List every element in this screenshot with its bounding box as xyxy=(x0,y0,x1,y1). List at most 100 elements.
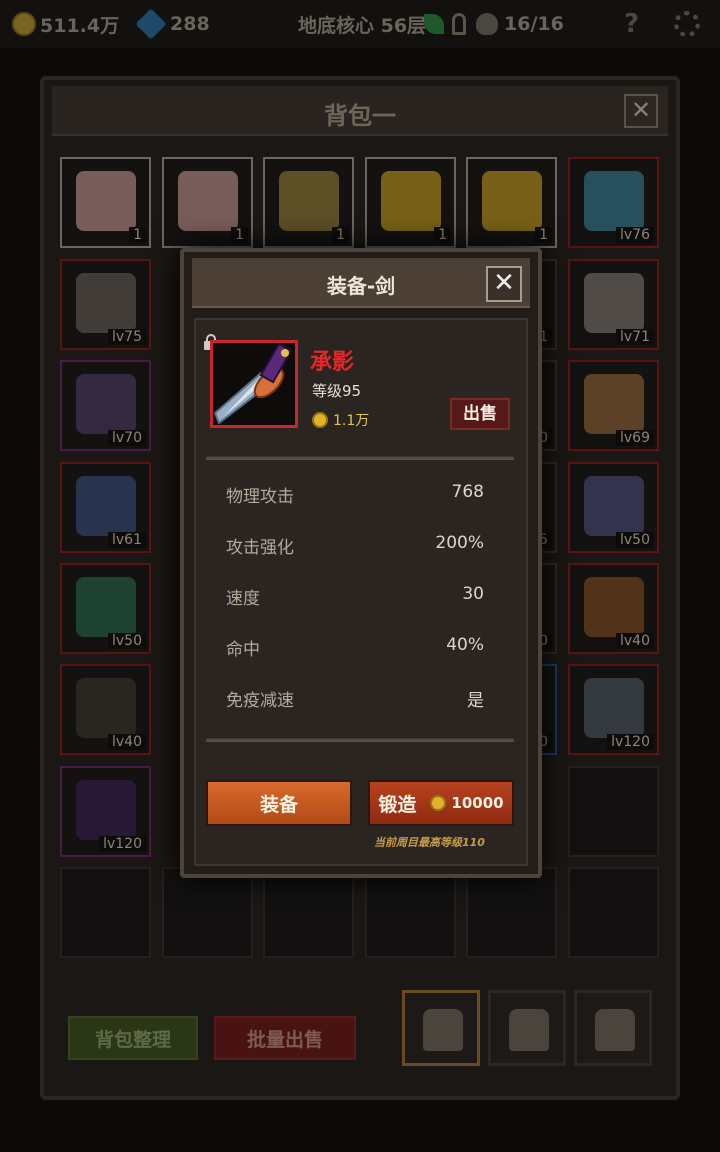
bag-tab-2[interactable] xyxy=(488,990,566,1066)
bag-slot[interactable]: lv120 xyxy=(60,766,151,857)
item-level: 等级95 xyxy=(312,382,362,400)
item-art-icon xyxy=(482,171,542,231)
bag-slot[interactable] xyxy=(162,867,253,958)
bag-slot[interactable]: lv71 xyxy=(568,259,659,350)
item-price: 1.1万 xyxy=(312,410,369,430)
item-art-icon xyxy=(76,273,136,333)
slot-badge: lv71 xyxy=(616,329,654,345)
slot-badge: lv120 xyxy=(99,836,146,852)
bag-slot[interactable] xyxy=(60,867,151,958)
item-art-icon xyxy=(381,171,441,231)
bag-slot[interactable]: 1 xyxy=(466,157,557,248)
stat-label: 攻击强化 xyxy=(226,538,294,558)
coin-icon xyxy=(312,412,328,428)
slot-badge: 1 xyxy=(231,227,248,243)
bag-slot[interactable] xyxy=(263,867,354,958)
slot-badge: 1 xyxy=(332,227,349,243)
bag-slot[interactable]: 1 xyxy=(162,157,253,248)
bag-slot[interactable]: lv61 xyxy=(60,462,151,553)
coin-icon xyxy=(430,795,447,811)
slot-badge: lv120 xyxy=(607,734,654,750)
help-icon: ? xyxy=(624,9,640,39)
skull-icon xyxy=(476,13,498,35)
bag-slot[interactable] xyxy=(568,766,659,857)
slot-badge: lv50 xyxy=(108,633,146,649)
stat-label: 物理攻击 xyxy=(226,487,294,507)
bag-slot[interactable]: lv69 xyxy=(568,360,659,451)
forge-button[interactable]: 锻造 10000 xyxy=(368,780,514,826)
backpack-icon xyxy=(509,1009,549,1051)
item-art-icon xyxy=(279,171,339,231)
bag-slot[interactable] xyxy=(568,867,659,958)
gear-icon xyxy=(674,11,700,37)
stat-value: 是 xyxy=(467,691,484,711)
gold-coin-icon xyxy=(12,12,36,36)
bag-slot[interactable]: lv76 xyxy=(568,157,659,248)
gold-amount: 511.4万 xyxy=(40,14,120,37)
stat-label: 免疫减速 xyxy=(226,691,294,711)
slot-badge: lv69 xyxy=(616,430,654,446)
item-art-icon xyxy=(76,678,136,738)
item-art-icon xyxy=(584,476,644,536)
item-name: 承影 xyxy=(310,350,355,375)
forge-cost: 10000 xyxy=(430,794,504,812)
item-art-icon xyxy=(76,476,136,536)
item-art-icon xyxy=(584,171,644,231)
stat-value: 30 xyxy=(462,584,484,604)
equip-button[interactable]: 装备 xyxy=(206,780,352,826)
equip-label: 装备 xyxy=(259,793,298,816)
slot-badge: lv75 xyxy=(108,329,146,345)
stat-value: 40% xyxy=(446,635,484,655)
item-art-icon xyxy=(584,273,644,333)
slot-badge: 1 xyxy=(434,227,451,243)
slot-badge: 1 xyxy=(129,227,146,243)
slot-badge: lv76 xyxy=(616,227,654,243)
bag-slot[interactable]: lv40 xyxy=(60,664,151,755)
item-art-icon xyxy=(76,374,136,434)
gold-counter: 511.4万 xyxy=(12,8,119,40)
bag-tab-3[interactable] xyxy=(574,990,652,1066)
stat-label: 速度 xyxy=(226,589,260,609)
help-button[interactable]: ? xyxy=(624,8,639,40)
bag-slot[interactable]: lv70 xyxy=(60,360,151,451)
settings-button[interactable] xyxy=(674,8,700,40)
forge-cost-value: 10000 xyxy=(451,794,504,812)
gem-icon xyxy=(135,8,167,40)
gem-counter: 288 xyxy=(135,8,210,40)
bag-slot[interactable] xyxy=(466,867,557,958)
bag-slot[interactable]: lv75 xyxy=(60,259,151,350)
dialog-close-button[interactable]: ✕ xyxy=(486,266,522,302)
kill-counter: 16/16 xyxy=(476,8,564,40)
item-art-icon xyxy=(76,171,136,231)
sort-bag-button[interactable]: 背包整理 xyxy=(68,1016,198,1060)
sell-button[interactable]: 出售 xyxy=(450,398,510,430)
bag-slot[interactable]: lv50 xyxy=(60,563,151,654)
forge-label: 锻造 xyxy=(378,793,417,816)
dialog-title: 装备-剑 xyxy=(326,274,396,298)
slot-badge: lv50 xyxy=(616,532,654,548)
bag-slot[interactable] xyxy=(365,867,456,958)
stat-value: 200% xyxy=(435,533,484,553)
bag-slot[interactable]: lv120 xyxy=(568,664,659,755)
bag-slot[interactable]: 1 xyxy=(60,157,151,248)
backpack-icon xyxy=(423,1009,463,1051)
bag-close-button[interactable]: ✕ xyxy=(624,94,658,128)
item-art-icon xyxy=(178,171,238,231)
item-art-icon xyxy=(76,577,136,637)
bag-slot[interactable]: 1 xyxy=(365,157,456,248)
kill-count: 16/16 xyxy=(504,13,564,35)
bulk-sell-button[interactable]: 批量出售 xyxy=(214,1016,356,1060)
backpack-icon xyxy=(595,1009,635,1051)
slot-badge: 1 xyxy=(535,227,552,243)
floor-label: 地底核心 56层 xyxy=(298,14,427,37)
bag-tab-1[interactable] xyxy=(402,990,480,1066)
sword-icon xyxy=(213,343,293,425)
slot-badge: lv40 xyxy=(108,734,146,750)
bag-slot[interactable]: 1 xyxy=(263,157,354,248)
bag-slot[interactable]: lv50 xyxy=(568,462,659,553)
stat-label: 命中 xyxy=(226,640,260,660)
bag-title: 背包一 xyxy=(324,102,396,130)
item-price-value: 1.1万 xyxy=(333,413,370,429)
leaf-icon xyxy=(424,14,444,34)
bag-slot[interactable]: lv40 xyxy=(568,563,659,654)
